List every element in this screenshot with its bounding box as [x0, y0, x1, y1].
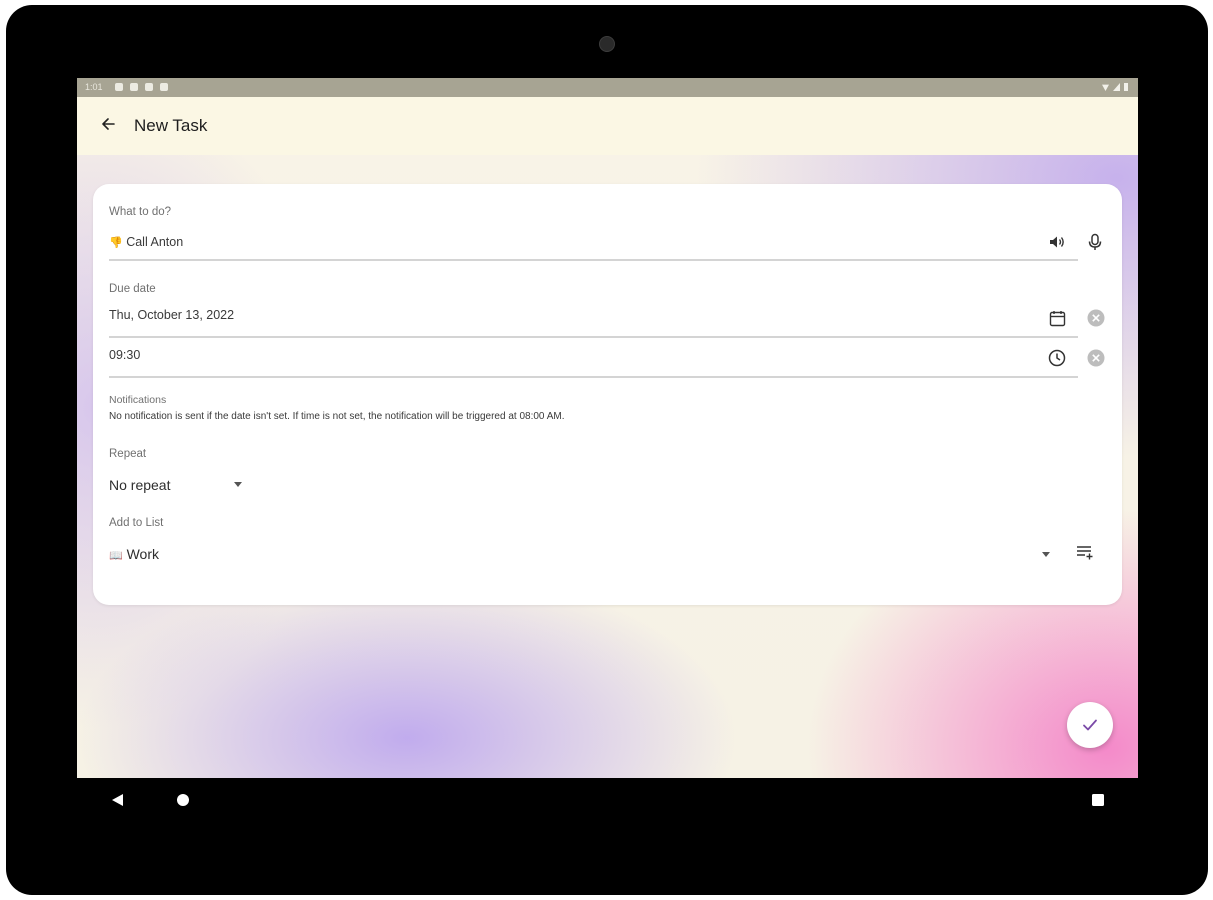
list-dropdown[interactable]: 📖 Work	[109, 543, 1054, 567]
arrow-back-icon[interactable]	[95, 111, 121, 137]
dropdown-arrow-icon	[234, 482, 242, 487]
due-date-underline	[109, 336, 1078, 338]
task-input[interactable]: 👎 Call Anton	[109, 235, 183, 249]
status-time: 1:01	[85, 82, 103, 92]
calendar-icon[interactable]	[1045, 306, 1069, 330]
notification-icon	[130, 83, 138, 91]
repeat-label: Repeat	[109, 448, 147, 460]
nav-recents-square-icon[interactable]	[1088, 790, 1108, 810]
due-date-field[interactable]: Thu, October 13, 2022	[109, 308, 234, 322]
list-emoji: 📖	[109, 550, 123, 562]
dropdown-arrow-icon	[1042, 552, 1050, 557]
notification-icon	[145, 83, 153, 91]
battery-icon	[1124, 83, 1128, 91]
due-time-field[interactable]: 09:30	[109, 348, 140, 362]
list-label: Add to List	[109, 517, 164, 529]
front-camera	[599, 36, 615, 52]
check-icon	[1083, 719, 1097, 731]
clock-icon[interactable]	[1045, 346, 1069, 370]
task-form-card: What to do? 👎 Call Anton Due date Thu, O…	[93, 184, 1122, 605]
playlist-add-icon[interactable]	[1073, 540, 1097, 564]
status-bar: 1:01	[77, 78, 1138, 97]
signal-icon	[1113, 83, 1120, 91]
repeat-dropdown[interactable]: No repeat	[109, 475, 249, 497]
status-system-icons	[1102, 83, 1128, 91]
nav-back-triangle-icon[interactable]	[108, 790, 128, 810]
nav-home-circle-icon[interactable]	[173, 790, 193, 810]
notifications-text: No notification is sent if the date isn'…	[109, 411, 565, 422]
task-field-label: What to do?	[109, 206, 172, 218]
notification-icon	[160, 83, 168, 91]
page-title: New Task	[134, 116, 208, 135]
clear-time-icon[interactable]	[1084, 346, 1108, 370]
task-emoji: 👎	[109, 237, 123, 249]
task-input-value: Call Anton	[126, 235, 184, 249]
microphone-icon[interactable]	[1083, 230, 1107, 254]
wifi-icon	[1102, 84, 1109, 91]
notification-icon	[115, 83, 123, 91]
clear-date-icon[interactable]	[1084, 306, 1108, 330]
list-selected: 📖 Work	[109, 546, 159, 562]
volume-up-icon[interactable]	[1045, 230, 1069, 254]
due-date-label: Due date	[109, 283, 156, 295]
status-notification-icons	[115, 83, 168, 91]
due-time-underline	[109, 376, 1078, 378]
task-input-underline	[109, 259, 1078, 261]
notifications-label: Notifications	[109, 394, 167, 406]
list-selected-value: Work	[126, 546, 160, 562]
repeat-selected: No repeat	[109, 477, 171, 493]
app-bar: New Task	[77, 97, 1138, 155]
tablet-frame: 1:01 New Task What to do? 👎 Call Anton D…	[6, 5, 1208, 895]
save-task-button[interactable]	[1067, 702, 1113, 748]
screen: 1:01 New Task What to do? 👎 Call Anton D…	[77, 78, 1138, 778]
